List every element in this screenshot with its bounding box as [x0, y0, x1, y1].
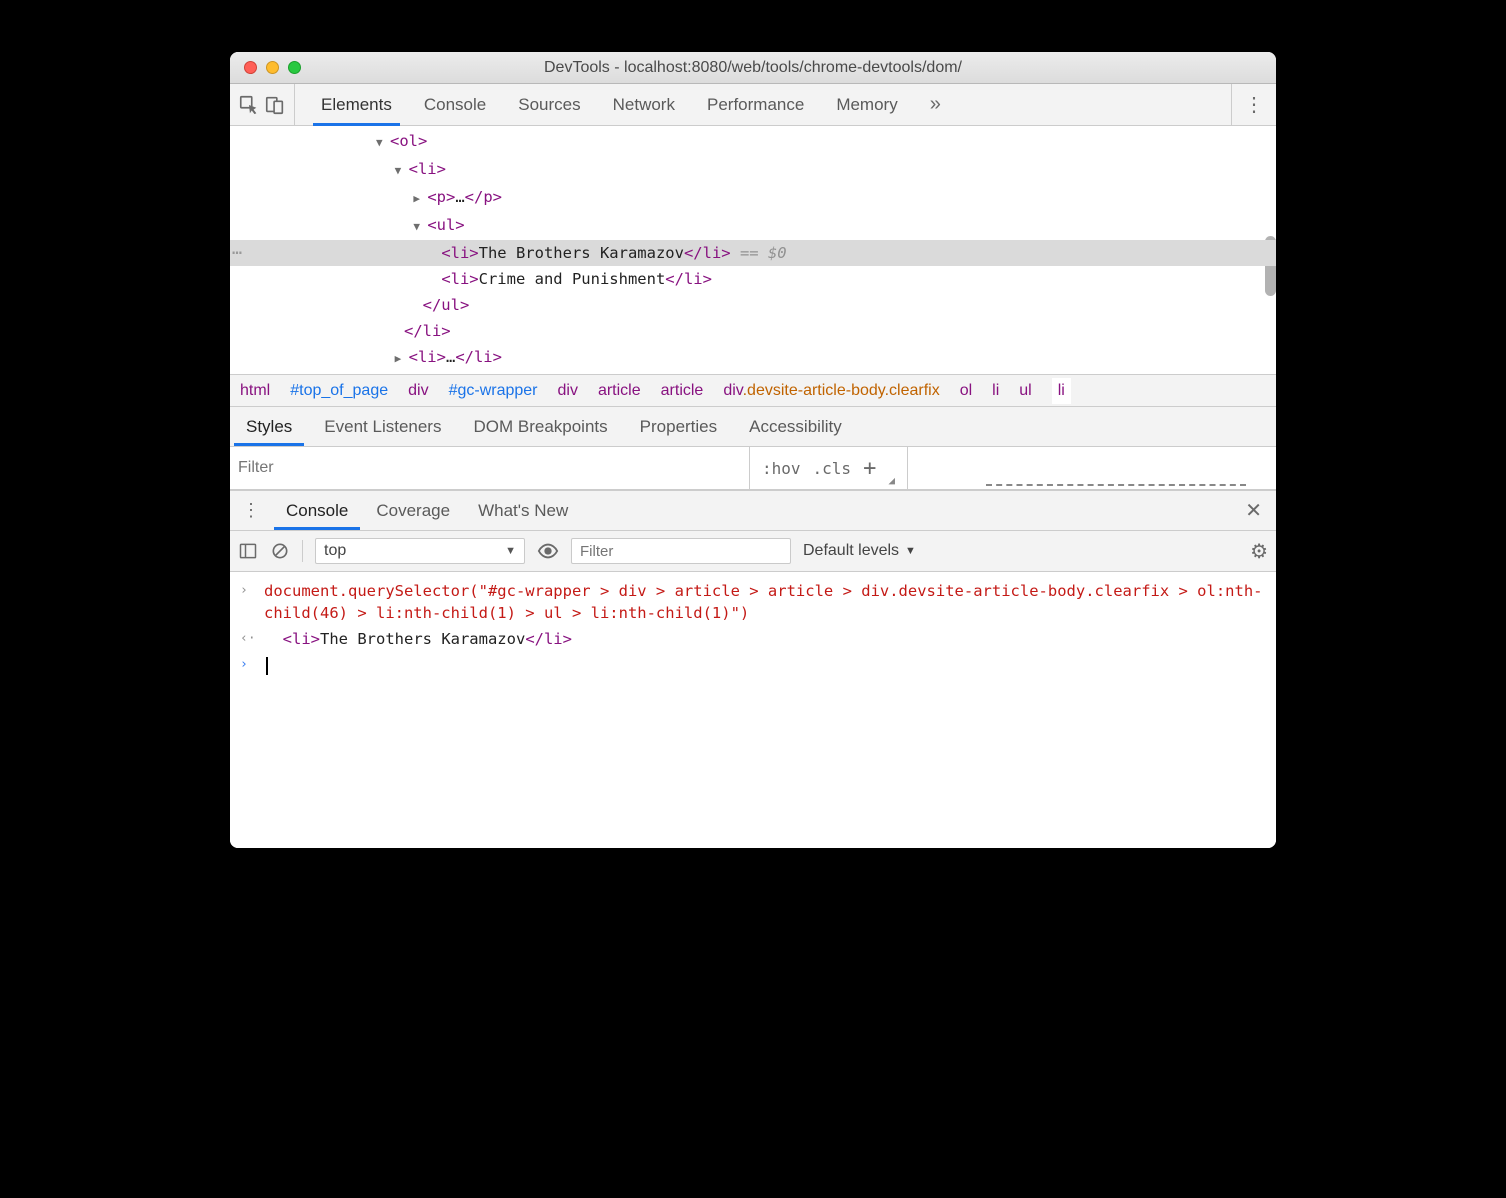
- window-title: DevTools - localhost:8080/web/tools/chro…: [230, 59, 1276, 77]
- bc-item[interactable]: article: [598, 382, 641, 400]
- tab-performance[interactable]: Performance: [691, 84, 820, 125]
- drawer-close-icon[interactable]: ✕: [1231, 491, 1276, 530]
- log-levels-select[interactable]: Default levels▼: [803, 542, 916, 560]
- bc-item[interactable]: li: [992, 382, 999, 400]
- context-select[interactable]: top▼: [315, 538, 525, 564]
- bc-item[interactable]: ul: [1019, 382, 1031, 400]
- styles-filter-input-wrap: [230, 447, 750, 489]
- device-icon[interactable]: [264, 94, 286, 116]
- kebab-icon[interactable]: ⋮: [1244, 92, 1264, 117]
- console-input-row: › document.querySelector("#gc-wrapper > …: [240, 578, 1266, 626]
- devtools-window: DevTools - localhost:8080/web/tools/chro…: [230, 52, 1276, 848]
- box-model-hint: [986, 484, 1246, 489]
- console-toolbar: top▼ Default levels▼ ⚙: [230, 530, 1276, 572]
- hov-cls-group: :hov .cls + ◢: [750, 447, 908, 489]
- subtab-dom-breakpoints[interactable]: DOM Breakpoints: [457, 407, 623, 446]
- breadcrumb[interactable]: html #top_of_page div #gc-wrapper div ar…: [230, 374, 1276, 406]
- tab-console[interactable]: Console: [408, 84, 502, 125]
- console-filter-input[interactable]: [572, 539, 790, 563]
- subtab-properties[interactable]: Properties: [624, 407, 733, 446]
- console-filter-wrap: [571, 538, 791, 564]
- toolbar-right: ⋮: [1231, 84, 1276, 125]
- dom-row[interactable]: <li>Crime and Punishment</li>: [230, 266, 1276, 292]
- drawer-tab-whatsnew[interactable]: What's New: [464, 491, 582, 530]
- console-output-row: ‹· <li>The Brothers Karamazov</li>: [240, 626, 1266, 652]
- console-settings-icon[interactable]: ⚙: [1250, 539, 1268, 564]
- drawer-tab-console[interactable]: Console: [272, 491, 362, 530]
- subtab-styles[interactable]: Styles: [230, 407, 308, 446]
- bc-item[interactable]: div: [408, 382, 428, 400]
- console-output: <li>The Brothers Karamazov</li>: [264, 628, 1266, 650]
- drawer-kebab-icon[interactable]: ⋮: [230, 491, 272, 530]
- bc-item[interactable]: html: [240, 382, 270, 400]
- titlebar: DevTools - localhost:8080/web/tools/chro…: [230, 52, 1276, 84]
- styles-filter-bar: :hov .cls + ◢: [230, 446, 1276, 490]
- new-rule-icon[interactable]: +: [863, 456, 876, 481]
- cls-toggle[interactable]: .cls: [813, 459, 852, 478]
- dom-tree[interactable]: ▼<ol> ▼<li> ▶<p>…</p> ▼<ul> ⋯ <li>The Br…: [230, 126, 1276, 374]
- live-expression-icon[interactable]: [537, 540, 559, 562]
- divider: [302, 540, 303, 562]
- text-cursor: [266, 657, 268, 675]
- resize-grip-icon: ◢: [888, 474, 895, 487]
- tab-sources[interactable]: Sources: [502, 84, 596, 125]
- bc-item[interactable]: div.devsite-article-body.clearfix: [723, 382, 939, 400]
- drawer-tabs: ⋮ Console Coverage What's New ✕: [230, 490, 1276, 530]
- main-tabs: Elements Console Sources Network Perform…: [295, 84, 1231, 125]
- more-tabs-icon[interactable]: »: [914, 84, 957, 125]
- console-sidebar-icon[interactable]: [238, 541, 258, 561]
- bc-item[interactable]: div: [558, 382, 578, 400]
- console-body[interactable]: › document.querySelector("#gc-wrapper > …: [230, 572, 1276, 848]
- bc-item[interactable]: #top_of_page: [290, 382, 388, 400]
- tab-memory[interactable]: Memory: [820, 84, 913, 125]
- bc-item[interactable]: article: [661, 382, 704, 400]
- bc-item[interactable]: #gc-wrapper: [449, 382, 538, 400]
- toolbar-left: [230, 84, 295, 125]
- subtab-event-listeners[interactable]: Event Listeners: [308, 407, 457, 446]
- console-prompt-row[interactable]: ›: [240, 652, 1266, 678]
- hov-toggle[interactable]: :hov: [762, 459, 801, 478]
- main-toolbar: Elements Console Sources Network Perform…: [230, 84, 1276, 126]
- clear-console-icon[interactable]: [270, 541, 290, 561]
- dom-selected-row[interactable]: ⋯ <li>The Brothers Karamazov</li> == $0: [230, 240, 1276, 266]
- console-code: document.querySelector("#gc-wrapper > di…: [264, 580, 1266, 624]
- subtab-accessibility[interactable]: Accessibility: [733, 407, 858, 446]
- bc-item-current[interactable]: li: [1052, 378, 1071, 404]
- tab-elements[interactable]: Elements: [305, 84, 408, 125]
- drawer-tab-coverage[interactable]: Coverage: [362, 491, 464, 530]
- styles-subtabs: Styles Event Listeners DOM Breakpoints P…: [230, 406, 1276, 446]
- bc-item[interactable]: ol: [960, 382, 972, 400]
- inspect-icon[interactable]: [238, 94, 260, 116]
- styles-filter-input[interactable]: [238, 459, 741, 477]
- tab-network[interactable]: Network: [597, 84, 691, 125]
